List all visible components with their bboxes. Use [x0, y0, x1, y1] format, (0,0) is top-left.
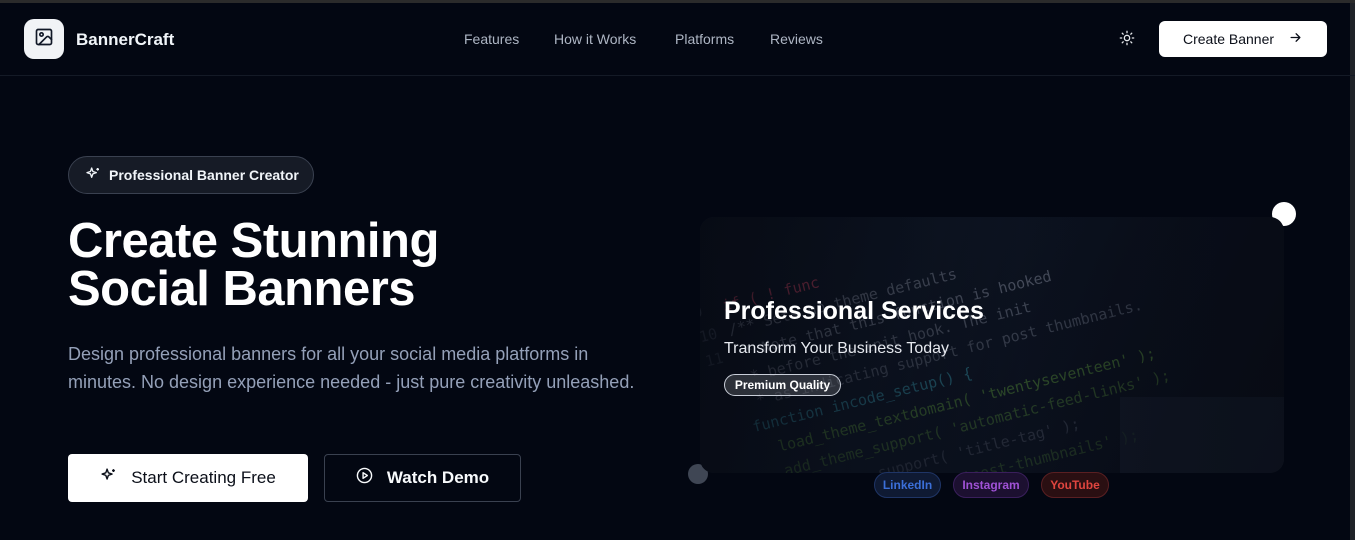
sparkles-icon — [100, 467, 117, 489]
watch-demo-label: Watch Demo — [386, 468, 490, 487]
create-banner-button[interactable]: Create Banner — [1159, 21, 1327, 57]
nav-link-platforms[interactable]: Platforms — [675, 31, 734, 47]
preview-title: Professional Services — [724, 297, 984, 325]
brand-name: BannerCraft — [76, 30, 175, 49]
arrow-right-icon — [1288, 30, 1303, 48]
top-navbar: BannerCraft Features How it Works Platfo… — [0, 3, 1355, 76]
preview-subtitle: Transform Your Business Today — [724, 340, 950, 357]
hero-subtext: Design professional banners for all your… — [68, 344, 635, 392]
image-icon — [34, 27, 54, 52]
watch-demo-button[interactable]: Watch Demo — [324, 454, 521, 502]
window-edge — [1350, 3, 1355, 540]
nav-link-features[interactable]: Features — [464, 31, 519, 47]
start-creating-button[interactable]: Start Creating Free — [68, 454, 308, 502]
preview-badge: Premium Quality — [724, 374, 841, 396]
platform-pill-instagram[interactable]: Instagram — [953, 472, 1029, 498]
sparkles-icon — [85, 166, 101, 185]
start-creating-label: Start Creating Free — [131, 468, 276, 487]
theme-toggle-button[interactable] — [1116, 29, 1138, 51]
platform-pill-linkedin[interactable]: LinkedIn — [874, 472, 941, 498]
hero-headline: Create Stunning Social Banners — [68, 214, 439, 316]
headline-line-2: Social Banners — [68, 262, 416, 316]
nav-link-reviews[interactable]: Reviews — [770, 31, 823, 47]
play-circle-icon — [356, 467, 373, 489]
headline-line-1: Create Stunning — [68, 214, 439, 268]
create-banner-label: Create Banner — [1182, 31, 1275, 47]
logo[interactable] — [24, 19, 64, 59]
banner-preview-card: 9 if ( ! func 10 /** Sets up theme defau… — [700, 217, 1284, 473]
hero-badge-label: Professional Banner Creator — [109, 167, 299, 183]
platform-pill-youtube[interactable]: YouTube — [1041, 472, 1109, 498]
hero-badge: Professional Banner Creator — [68, 156, 314, 194]
nav-link-how-it-works[interactable]: How it Works — [554, 31, 636, 47]
sun-icon — [1119, 30, 1135, 51]
